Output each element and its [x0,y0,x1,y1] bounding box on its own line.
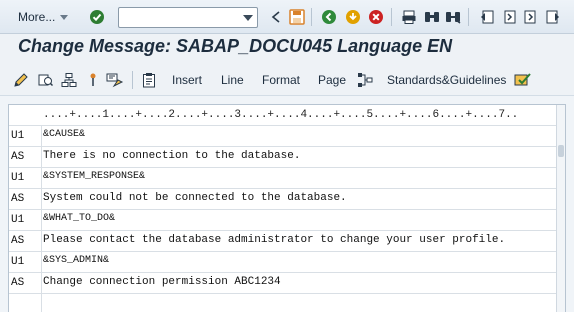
editor-line[interactable]: AS Change connection permission ABC1234 [9,272,557,294]
paragraph-format[interactable]: U1 [11,172,39,184]
paragraph-format[interactable]: U1 [11,256,39,268]
exit-icon[interactable] [344,8,362,26]
command-field[interactable] [118,7,258,28]
column-ruler: ....+....1....+....2....+....3....+....4… [43,109,519,121]
chevron-down-icon [60,15,69,21]
system-toolbar: More... [0,0,574,34]
editor-line[interactable]: U1 &WHAT_TO_DO& [9,209,557,231]
page-title: Change Message: SABAP_DOCU045 Language E… [18,36,453,56]
text-editor[interactable]: ....+....1....+....2....+....3....+....4… [8,104,566,312]
line-text[interactable]: &WHAT_TO_DO& [43,213,115,224]
menu-page[interactable]: Page [318,73,346,87]
back-nav-icon[interactable] [320,8,338,26]
find-icon[interactable] [423,8,441,26]
editor-line[interactable]: U1 &SYSTEM_RESPONSE& [9,167,557,189]
editor-line[interactable]: AS Please contact the database administr… [9,230,557,252]
print-icon[interactable] [400,8,418,26]
command-input[interactable] [119,8,235,27]
editor-line[interactable]: AS System could not be connected to the … [9,188,557,210]
save-icon[interactable] [288,8,306,26]
hierarchy-icon[interactable] [60,71,78,89]
more-label: More... [18,10,56,24]
check-doc-icon[interactable] [514,71,532,89]
menu-insert[interactable]: Insert [172,73,202,87]
last-page-icon[interactable] [544,8,562,26]
paragraph-format[interactable]: AS [11,277,39,289]
menu-standards-guidelines[interactable]: Standards&Guidelines [387,73,506,87]
editor-line[interactable]: AS There is no connection to the databas… [9,146,557,168]
paragraph-format[interactable]: AS [11,193,39,205]
line-text[interactable]: &SYS_ADMIN& [43,255,109,266]
editor-line[interactable]: U1 &SYS_ADMIN& [9,251,557,273]
check-icon[interactable] [88,8,106,26]
menu-format[interactable]: Format [262,73,300,87]
editor-line[interactable]: U1 &CAUSE& [9,125,557,147]
more-menu-button[interactable]: More... [18,8,69,26]
vertical-scrollbar[interactable] [556,105,565,312]
scrollbar-thumb[interactable] [558,145,564,157]
dropdown-arrow-icon[interactable] [243,15,253,21]
line-text[interactable]: &SYSTEM_RESPONSE& [43,171,145,182]
line-text[interactable]: There is no connection to the database. [43,150,300,162]
paragraph-format[interactable]: U1 [11,130,39,142]
menu-line[interactable]: Line [221,73,244,87]
next-page-icon[interactable] [522,8,540,26]
line-text[interactable]: &CAUSE& [43,129,85,140]
paragraph-format[interactable]: AS [11,235,39,247]
paragraph-format[interactable]: AS [11,151,39,163]
display-change-icon[interactable] [36,71,54,89]
settings-icon[interactable] [106,71,124,89]
back-icon[interactable] [267,8,285,26]
first-page-icon[interactable] [478,8,496,26]
cancel-icon[interactable] [367,8,385,26]
clipboard-icon[interactable] [140,71,158,89]
paragraph-format[interactable]: U1 [11,214,39,226]
title-bar: Change Message: SABAP_DOCU045 Language E… [0,34,574,62]
application-toolbar: Insert Line Format Page Standards&Guidel… [0,62,574,96]
find-next-icon[interactable] [444,8,462,26]
pencil-icon[interactable] [12,71,30,89]
pin-icon[interactable] [84,71,102,89]
prev-page-icon[interactable] [500,8,518,26]
line-text[interactable]: System could not be connected to the dat… [43,192,347,204]
editor-line[interactable] [9,293,557,312]
format-tree-icon[interactable] [356,71,374,89]
line-text[interactable]: Please contact the database administrato… [43,234,505,246]
line-text[interactable]: Change connection permission ABC1234 [43,276,281,288]
